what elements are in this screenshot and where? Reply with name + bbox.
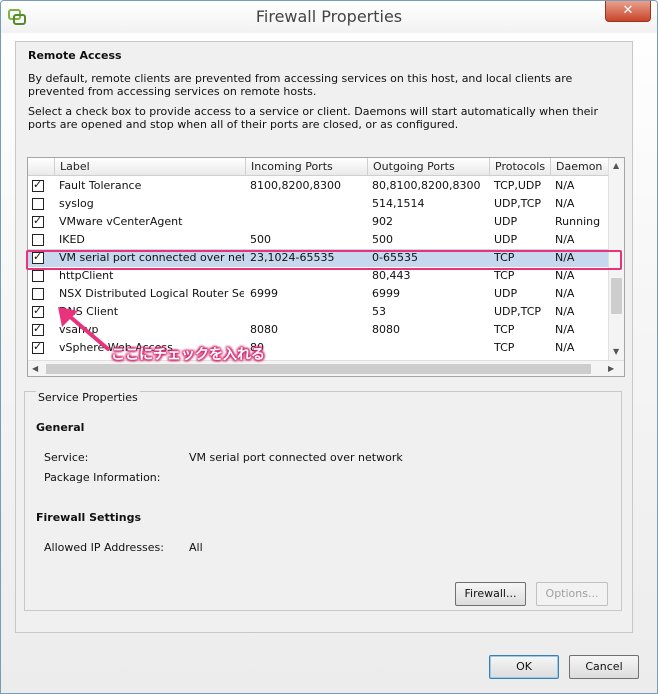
ok-button[interactable]: OK — [489, 655, 559, 679]
row-checkbox[interactable]: ✓ — [32, 178, 44, 192]
service-properties-title: Service Properties — [36, 391, 140, 404]
window-title: Firewall Properties — [255, 7, 403, 26]
cell-daemon: N/A — [555, 305, 575, 318]
cell-outgoing-ports: 500 — [372, 233, 393, 246]
cell-incoming-ports: 6999 — [250, 287, 278, 300]
scroll-right-arrow-icon[interactable]: ▶ — [608, 364, 614, 373]
cell-protocols: UDP — [494, 215, 518, 228]
annotation-text: ここにチェックを入れる — [111, 347, 265, 363]
row-checkbox[interactable] — [32, 270, 44, 282]
remote-access-title: Remote Access — [28, 49, 122, 62]
cell-label: Fault Tolerance — [59, 179, 142, 192]
checkmark-icon: ✓ — [33, 178, 43, 191]
cell-daemon: N/A — [555, 233, 575, 246]
scroll-down-arrow-icon[interactable]: ▼ — [613, 347, 619, 356]
table-row[interactable]: ✓ Fault Tolerance 8100,8200,8300 80,8100,82… — [28, 177, 608, 195]
cell-label: NSX Distributed Logical Router Ser... — [59, 287, 244, 300]
horizontal-scroll-thumb[interactable] — [46, 364, 591, 374]
column-header-incoming-ports[interactable]: Incoming Ports — [245, 158, 367, 175]
cell-daemon: N/A — [555, 287, 575, 300]
table-row[interactable]: NSX Distributed Logical Router Ser... 699… — [28, 285, 608, 303]
row-checkbox[interactable] — [32, 288, 44, 300]
allowed-ip-label: Allowed IP Addresses: — [44, 541, 164, 554]
cell-outgoing-ports: 514,1514 — [372, 197, 425, 210]
checkmark-icon: ✓ — [33, 304, 43, 317]
service-properties-group — [24, 391, 622, 611]
remote-access-description: By default, remote clients are prevented… — [28, 72, 573, 98]
table-header: Label Incoming Ports Outgoing Ports Prot… — [28, 158, 608, 176]
column-header-outgoing-ports[interactable]: Outgoing Ports — [367, 158, 489, 175]
row-checkbox[interactable] — [32, 198, 44, 210]
cell-outgoing-ports: 53 — [372, 305, 386, 318]
cell-protocols: UDP — [494, 287, 518, 300]
row-checkbox[interactable] — [32, 234, 44, 246]
options-button[interactable]: Options... — [536, 582, 608, 606]
cell-outgoing-ports: 80,8100,8200,8300 — [372, 179, 481, 192]
cell-protocols: TCP — [494, 341, 515, 354]
cell-daemon: N/A — [555, 197, 575, 210]
column-header-label[interactable]: Label — [54, 158, 245, 175]
highlight-box — [26, 250, 622, 270]
cell-protocols: UDP,TCP — [494, 305, 542, 318]
table-row[interactable]: ✓ DNS Client 53 UDP,TCP N/A — [28, 303, 608, 321]
cell-label: IKED — [59, 233, 85, 246]
cell-daemon: Running — [555, 215, 601, 228]
checkmark-icon: ✓ — [33, 214, 43, 227]
firewall-button[interactable]: Firewall... — [455, 582, 526, 606]
column-header-protocols[interactable]: Protocols — [489, 158, 550, 175]
firewall-properties-window: Firewall Properties ✕ Remote Access By d… — [0, 0, 658, 694]
cell-incoming-ports: 8080 — [250, 323, 278, 336]
table-row[interactable]: IKED 500 500 UDP N/A — [28, 231, 608, 249]
cell-label: VMware vCenterAgent — [59, 215, 183, 228]
row-checkbox[interactable]: ✓ — [32, 340, 44, 354]
close-button[interactable]: ✕ — [605, 1, 651, 22]
callout-arrow-icon — [58, 307, 110, 351]
cell-protocols: UDP — [494, 233, 518, 246]
cell-label: syslog — [59, 197, 94, 210]
cell-protocols: TCP — [494, 323, 515, 336]
package-information-label: Package Information: — [44, 471, 161, 484]
cell-outgoing-ports: 8080 — [372, 323, 400, 336]
column-header-check[interactable] — [28, 158, 54, 175]
scroll-up-arrow-icon[interactable]: ▲ — [613, 161, 619, 170]
remote-access-instructions: Select a check box to provide access to … — [28, 105, 599, 131]
cell-outgoing-ports: 902 — [372, 215, 393, 228]
row-checkbox[interactable]: ✓ — [32, 214, 44, 228]
title-bar: Firewall Properties ✕ — [1, 1, 657, 33]
cell-incoming-ports: 8100,8200,8300 — [250, 179, 341, 192]
table-row[interactable]: ✓ VMware vCenterAgent 902 UDP Running — [28, 213, 608, 231]
table-row[interactable]: ✓ vsanvp 8080 8080 TCP N/A — [28, 321, 608, 339]
vertical-scroll-thumb[interactable] — [611, 278, 622, 314]
column-header-daemon[interactable]: Daemon — [550, 158, 608, 175]
cell-daemon: N/A — [555, 323, 575, 336]
cell-daemon: N/A — [555, 179, 575, 192]
cancel-button[interactable]: Cancel — [569, 655, 639, 679]
general-title: General — [36, 421, 85, 434]
scroll-left-arrow-icon[interactable]: ◀ — [32, 364, 38, 373]
cell-protocols: UDP,TCP — [494, 197, 542, 210]
cell-incoming-ports: 500 — [250, 233, 271, 246]
cell-incoming-ports: 80 — [250, 341, 264, 354]
cell-outgoing-ports: 6999 — [372, 287, 400, 300]
cell-daemon: N/A — [555, 341, 575, 354]
checkmark-icon: ✓ — [33, 340, 43, 353]
table-row[interactable]: syslog 514,1514 UDP,TCP N/A — [28, 195, 608, 213]
row-checkbox[interactable]: ✓ — [32, 304, 44, 318]
firewall-settings-title: Firewall Settings — [36, 511, 142, 524]
row-checkbox[interactable]: ✓ — [32, 322, 44, 336]
checkmark-icon: ✓ — [33, 322, 43, 335]
service-value: VM serial port connected over network — [189, 451, 403, 464]
dialog-content: Remote Access By default, remote clients… — [15, 41, 633, 633]
cell-protocols: TCP,UDP — [494, 179, 542, 192]
service-label: Service: — [44, 451, 89, 464]
allowed-ip-value: All — [189, 541, 203, 554]
